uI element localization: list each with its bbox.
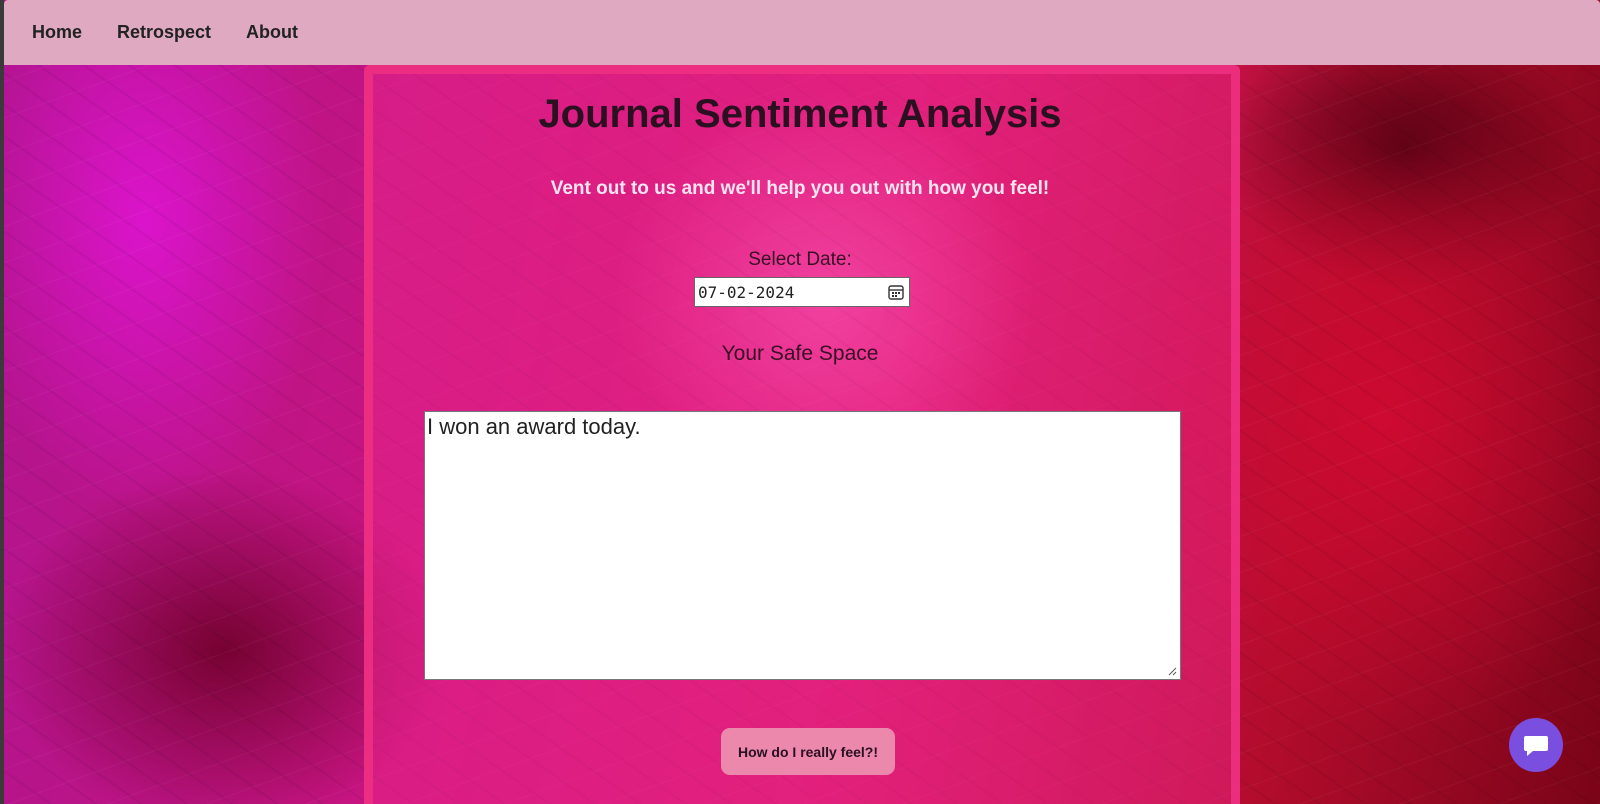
journal-text[interactable]: I won an award today. [427,414,641,439]
date-input[interactable]: 07-02-2024 [694,277,910,307]
date-value[interactable]: 07-02-2024 [698,283,794,302]
journal-textarea[interactable]: I won an award today. [424,411,1181,680]
nav-home[interactable]: Home [32,22,82,43]
resize-handle-icon[interactable] [1168,667,1177,676]
page-title: Journal Sentiment Analysis [538,92,1062,136]
top-navbar: Home Retrospect About [4,0,1600,65]
safe-space-label: Your Safe Space [721,342,879,365]
nav-retrospect[interactable]: Retrospect [117,22,211,43]
nav-about[interactable]: About [246,22,298,43]
chat-icon [1524,736,1548,756]
chat-widget-button[interactable] [1509,718,1563,772]
analyze-feelings-button[interactable]: How do I really feel?! [721,728,895,775]
calendar-icon[interactable] [887,283,905,301]
date-label: Select Date: [748,249,852,270]
page-subtitle: Vent out to us and we'll help you out wi… [550,178,1050,199]
